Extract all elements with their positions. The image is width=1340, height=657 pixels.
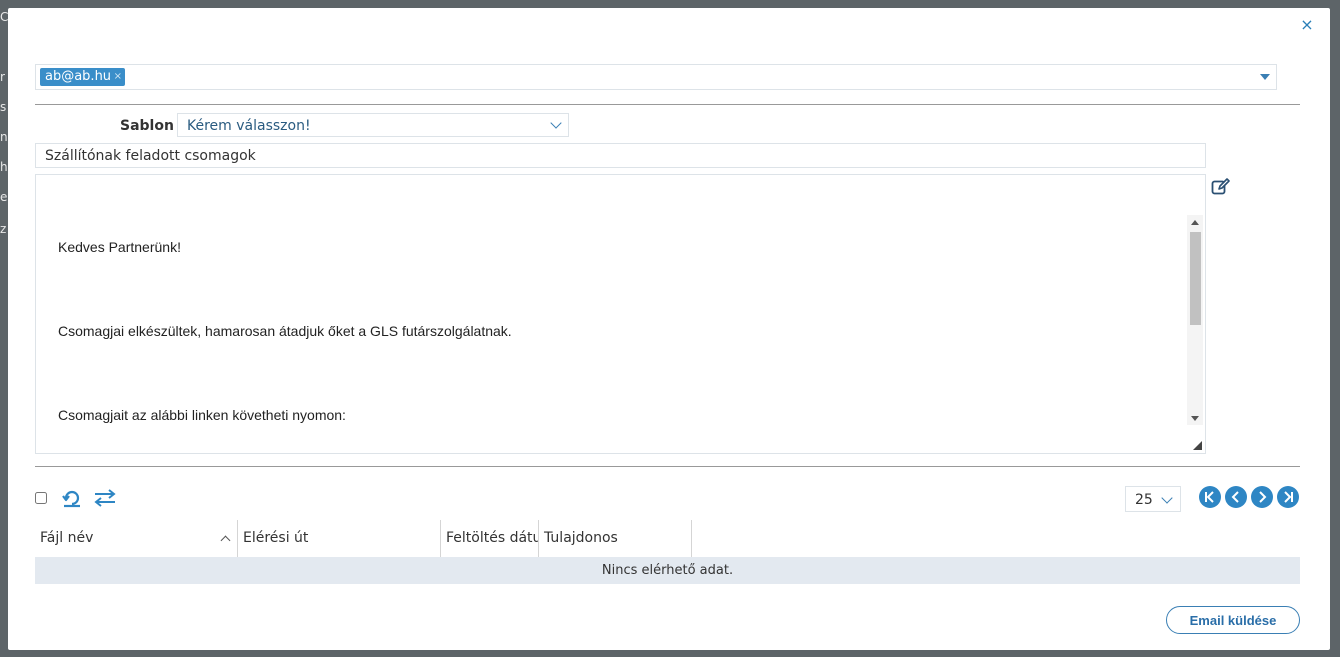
subject-input[interactable] bbox=[35, 143, 1206, 168]
first-page-icon bbox=[1205, 491, 1214, 503]
column-header-label: Tulajdonos bbox=[544, 530, 618, 546]
column-header-label: Feltöltés dátuma bbox=[446, 530, 538, 546]
backdrop-letter: s bbox=[0, 100, 7, 114]
next-page-button[interactable] bbox=[1251, 486, 1273, 508]
scroll-up-arrow-icon[interactable] bbox=[1191, 220, 1199, 225]
sort-asc-icon bbox=[220, 535, 231, 546]
page-size-select[interactable]: 25 bbox=[1125, 486, 1181, 512]
prev-page-icon bbox=[1231, 491, 1239, 503]
backdrop-letter: e bbox=[0, 190, 8, 204]
recipient-chip-label: ab@ab.hu bbox=[45, 69, 112, 84]
last-page-icon bbox=[1284, 491, 1293, 503]
attachments-grid-header: Fájl név Elérési út Feltöltés dátuma Tul… bbox=[35, 520, 1300, 557]
template-label: Sablon bbox=[120, 118, 174, 134]
backdrop-edge-text: C r s n h e z bbox=[0, 0, 8, 657]
body-line: Csomagjai elkészültek, hamarosan átadjuk… bbox=[58, 323, 512, 339]
backdrop-letter: z bbox=[0, 222, 7, 236]
refresh-icon[interactable] bbox=[62, 488, 82, 508]
body-line: Csomagjait az alábbi linken követheti ny… bbox=[58, 407, 346, 423]
column-header-upload-date[interactable]: Feltöltés dátuma bbox=[441, 520, 539, 557]
column-header-label: Fájl név bbox=[40, 530, 94, 546]
template-selected-value: Kérem válasszon! bbox=[187, 118, 311, 134]
send-email-button[interactable]: Email küldése bbox=[1166, 606, 1300, 634]
scrollbar-thumb[interactable] bbox=[1190, 232, 1201, 325]
editor-scrollbar[interactable] bbox=[1187, 215, 1203, 425]
chevron-down-icon bbox=[550, 117, 562, 129]
template-select[interactable]: Kérem válasszon! bbox=[177, 113, 569, 137]
scroll-down-arrow-icon[interactable] bbox=[1191, 416, 1199, 421]
chevron-down-icon bbox=[1161, 492, 1173, 504]
page-size-value: 25 bbox=[1135, 492, 1153, 508]
divider bbox=[35, 466, 1300, 467]
email-dialog: × ab@ab.hu × Sablon Kérem válasszon! Ked… bbox=[8, 8, 1330, 650]
column-header-path[interactable]: Elérési út bbox=[238, 520, 441, 557]
close-icon[interactable]: × bbox=[1298, 16, 1316, 34]
caret-down-icon[interactable] bbox=[1260, 74, 1270, 80]
email-body-editor[interactable]: Kedves Partnerünk! Csomagjai elkészültek… bbox=[35, 174, 1206, 454]
body-line: Kedves Partnerünk! bbox=[58, 239, 181, 255]
next-page-icon bbox=[1259, 491, 1267, 503]
swap-icon[interactable] bbox=[94, 489, 116, 507]
edit-icon[interactable] bbox=[1211, 178, 1231, 196]
backdrop-letter: r bbox=[0, 70, 5, 84]
prev-page-button[interactable] bbox=[1225, 486, 1247, 508]
column-header-label: Elérési út bbox=[243, 530, 309, 546]
resize-grip-icon[interactable] bbox=[1193, 441, 1202, 450]
recipient-chip: ab@ab.hu × bbox=[40, 68, 126, 86]
divider bbox=[35, 104, 1300, 105]
column-header-owner[interactable]: Tulajdonos bbox=[539, 520, 692, 557]
backdrop-letter: n bbox=[0, 130, 8, 144]
recipient-multiselect[interactable]: ab@ab.hu × bbox=[35, 64, 1277, 90]
column-header-file-name[interactable]: Fájl név bbox=[35, 520, 238, 557]
first-page-button[interactable] bbox=[1199, 486, 1221, 508]
no-data-row: Nincs elérhető adat. bbox=[35, 557, 1300, 584]
last-page-button[interactable] bbox=[1277, 486, 1299, 508]
backdrop-letter: h bbox=[0, 160, 8, 174]
select-all-checkbox[interactable] bbox=[35, 492, 47, 504]
remove-chip-icon[interactable]: × bbox=[114, 68, 122, 86]
